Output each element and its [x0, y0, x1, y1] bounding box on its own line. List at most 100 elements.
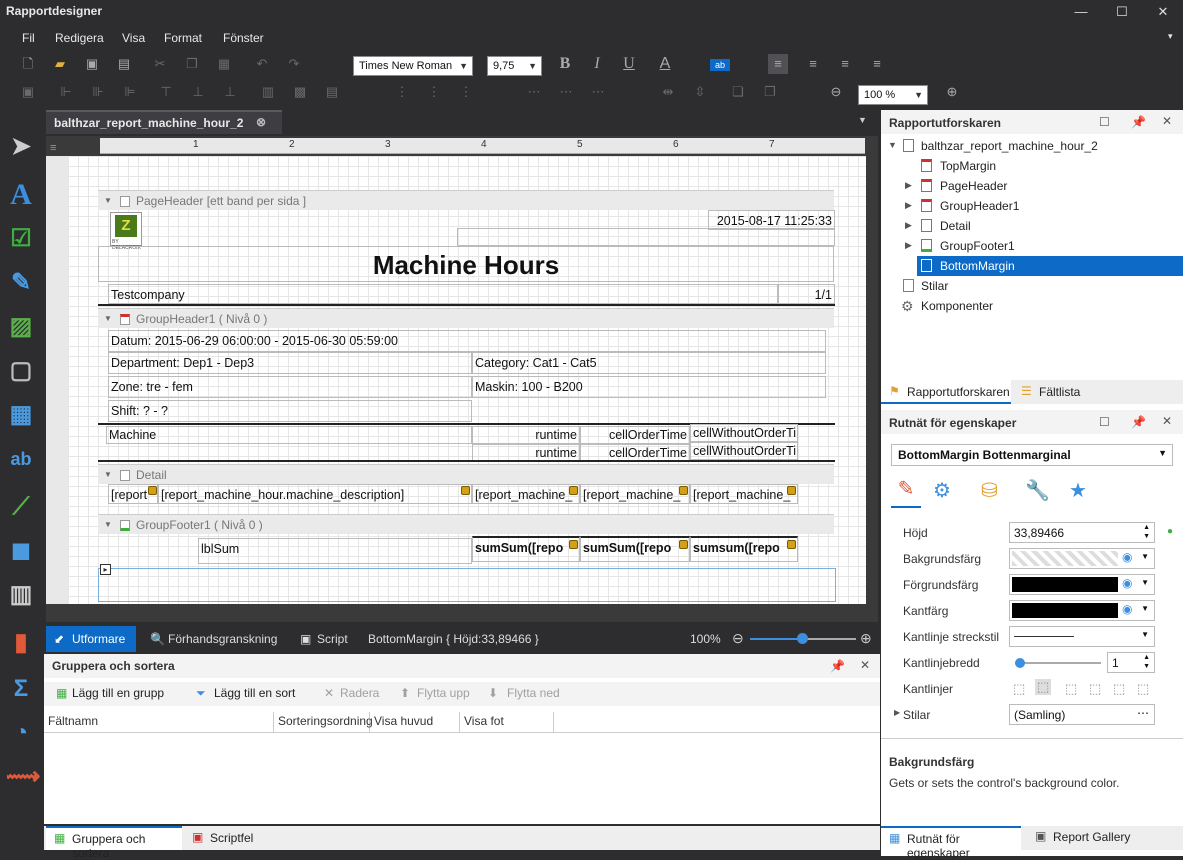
h-spacing-dec-icon[interactable]: ⋮	[456, 82, 476, 102]
label-tool-icon[interactable]: A	[6, 180, 36, 210]
borderwidth-input[interactable]: 1 ▲ ▼	[1107, 652, 1155, 673]
save-icon[interactable]: ▣	[82, 54, 102, 74]
zoom-slider-thumb[interactable]	[797, 633, 808, 644]
align-centers-icon[interactable]: ⊪	[88, 82, 108, 102]
close-button[interactable]: ✕	[1148, 3, 1178, 21]
col-sortorder[interactable]: Sorteringsordning	[274, 712, 373, 732]
band-bottommargin[interactable]	[98, 568, 836, 602]
tab-report[interactable]: balthzar_report_machine_hour_2 ⊗	[46, 110, 282, 134]
height-input[interactable]: 33,89466 ▲ ▼	[1009, 522, 1155, 543]
borderwidth-slider[interactable]	[1015, 662, 1101, 664]
tree-bottommargin[interactable]: BottomMargin	[940, 259, 1015, 273]
zoom-plus-icon[interactable]: ⊕	[860, 630, 872, 647]
smarttag-icon[interactable]	[679, 540, 688, 549]
align-middles-icon[interactable]: ⊥	[188, 82, 208, 102]
tab-script[interactable]: Script	[317, 632, 348, 646]
float-icon[interactable]: ☐	[1099, 115, 1110, 129]
justify-icon[interactable]: ≡	[867, 54, 887, 74]
band-groupfooter[interactable]: ▼ GroupFooter1 ( Nivå 0 )	[98, 514, 834, 534]
charactercomb-tool-icon[interactable]: ab	[6, 444, 36, 474]
minimize-button[interactable]: —	[1066, 3, 1096, 21]
styles-input[interactable]: (Samling) ⋯	[1009, 704, 1155, 725]
layout-icon[interactable]: 🔧	[1025, 478, 1050, 503]
company-label[interactable]: Testcompany	[108, 284, 778, 304]
h-spacing-inc-icon[interactable]: ⋮	[424, 82, 444, 102]
tab-propertygrid[interactable]: ▦ Rutnät för egenskaper	[881, 826, 1021, 860]
col-withoutorder[interactable]: cellWithoutOrderTi	[690, 424, 798, 442]
paste-icon[interactable]: ▦	[214, 54, 234, 74]
sparkline-tool-icon[interactable]: ⟿	[6, 762, 40, 792]
chevron-down-icon[interactable]: ▼	[1141, 630, 1149, 639]
font-size-combo[interactable]: 9,75 ▼	[487, 56, 542, 76]
smarttag-icon[interactable]	[679, 486, 688, 495]
smarttag-icon[interactable]	[148, 486, 157, 495]
highlight-icon[interactable]: ab	[710, 59, 730, 71]
expand-icon[interactable]: ▶	[905, 240, 912, 251]
pageheader-empty-box[interactable]	[457, 228, 835, 246]
center-v-icon[interactable]: ⇳	[690, 82, 710, 102]
underline-button[interactable]: U	[619, 54, 639, 74]
datum-label[interactable]: Datum: 2015-06-29 06:00:00 - 2015-06-30 …	[108, 330, 826, 352]
col-showfooter[interactable]: Visa fot	[460, 712, 554, 732]
col-showheader[interactable]: Visa huvud	[370, 712, 460, 732]
send-back-icon[interactable]: ❐	[760, 82, 780, 102]
zoom-in-icon[interactable]: ⊕	[942, 82, 962, 102]
tab-explorer[interactable]: ⚑ Rapportutforskaren	[881, 380, 1011, 404]
zoom-combo[interactable]: 100 % ▼	[858, 85, 928, 105]
tab-groupsort[interactable]: ▦ Gruppera och sortera	[46, 826, 182, 860]
copy-icon[interactable]: ❐	[182, 54, 202, 74]
borderdash-combo[interactable]: ▼	[1009, 626, 1155, 647]
v-spacing-inc-icon[interactable]: ⋯	[556, 82, 576, 102]
open-icon[interactable]: ▰	[50, 54, 70, 74]
tree-groupfooter[interactable]: GroupFooter1	[940, 239, 1015, 253]
align-center-icon[interactable]: ≡	[803, 54, 823, 74]
ellipsis-icon[interactable]: ⋯	[1137, 706, 1149, 720]
tab-designer[interactable]: ⬋ Utformare	[46, 626, 136, 652]
pin-icon[interactable]: 📌	[830, 659, 845, 673]
richtext-tool-icon[interactable]: ✎	[6, 268, 36, 298]
checkbox-tool-icon[interactable]: ☑	[6, 224, 36, 254]
object-selector[interactable]: BottomMargin Bottenmarginal ▼	[891, 444, 1173, 466]
menu-window[interactable]: Fönster	[223, 31, 264, 45]
pin-icon[interactable]: 📌	[1131, 115, 1146, 129]
maskin-label[interactable]: Maskin: 100 - B200	[472, 376, 826, 398]
center-h-icon[interactable]: ⇹	[658, 82, 678, 102]
cut-icon[interactable]: ✂	[150, 54, 170, 74]
border-top-icon[interactable]: ⬚	[1089, 681, 1101, 697]
align-right-icon[interactable]: ≡	[835, 54, 855, 74]
pointer-icon[interactable]: ➤	[6, 132, 36, 162]
align-rights-icon[interactable]: ⊫	[120, 82, 140, 102]
menu-file[interactable]: Fil	[22, 31, 35, 45]
shift-label[interactable]: Shift: ? - ?	[108, 400, 472, 422]
collapse-icon[interactable]: ▼	[888, 140, 897, 150]
forecolor-picker[interactable]: ◉ ▼	[1009, 574, 1155, 595]
close-panel-icon[interactable]: ✕	[1162, 414, 1172, 428]
border-left-icon[interactable]: ⬚	[1065, 681, 1077, 697]
col-machine[interactable]: Machine	[106, 426, 472, 444]
border-none-icon[interactable]: ⬚	[1013, 681, 1025, 697]
spinner-icon[interactable]: ▲ ▼	[1143, 653, 1150, 671]
tab-preview[interactable]: Förhandsgranskning	[168, 632, 277, 646]
chevron-down-icon[interactable]: ▼	[1141, 578, 1149, 587]
expand-icon[interactable]: ▶	[905, 200, 912, 211]
detail-field-5[interactable]: [report_machine_	[690, 484, 798, 504]
maximize-button[interactable]: ☐	[1107, 3, 1137, 21]
logo-image[interactable]: Z BY DELACROIX	[110, 212, 142, 251]
undo-icon[interactable]: ↶	[252, 54, 272, 74]
department-label[interactable]: Department: Dep1 - Dep3	[108, 352, 472, 374]
spinner-icon[interactable]: ▲ ▼	[1143, 523, 1150, 541]
tab-reportgallery[interactable]: Report Gallery	[1053, 830, 1130, 844]
panel-tool-icon[interactable]: ▢	[6, 356, 36, 386]
menu-format[interactable]: Format	[164, 31, 202, 45]
chevron-down-icon[interactable]: ▼	[1141, 604, 1149, 613]
sum-field-3[interactable]: sumsum([repo	[690, 536, 798, 562]
line-tool-icon[interactable]: ⟋	[6, 492, 36, 522]
datetime-field[interactable]: 2015-08-17 11:25:33	[708, 210, 835, 230]
col-withoutorder-2[interactable]: cellWithoutOrderTi	[690, 442, 798, 460]
col-runtime[interactable]: runtime	[472, 426, 580, 444]
same-width-icon[interactable]: ▥	[258, 82, 278, 102]
bordercolor-picker[interactable]: ◉ ▼	[1009, 600, 1155, 621]
menu-view[interactable]: Visa	[122, 31, 145, 45]
move-up-button[interactable]: Flytta upp	[417, 686, 470, 700]
tree-groupheader[interactable]: GroupHeader1	[940, 199, 1019, 213]
